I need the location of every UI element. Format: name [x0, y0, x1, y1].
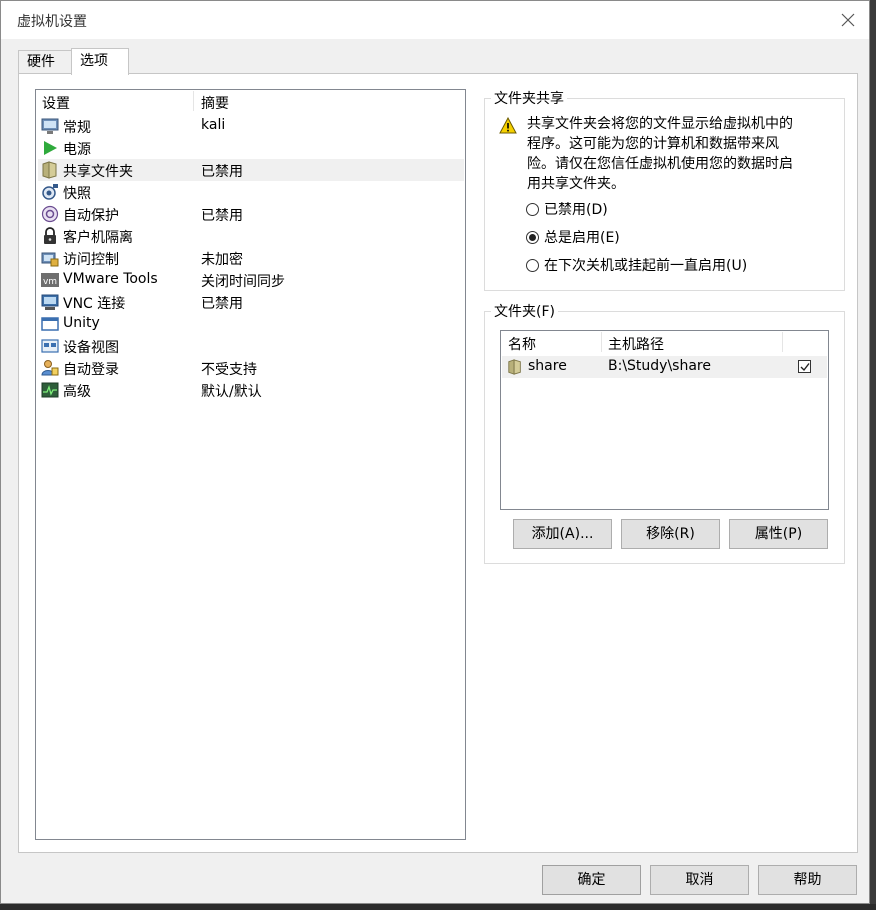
settings-item-label: 客户机隔离 — [63, 230, 133, 246]
monitor-icon — [41, 118, 59, 134]
settings-item-device-view[interactable]: 设备视图 — [38, 335, 464, 357]
settings-item-summary: 已禁用 — [201, 164, 243, 180]
settings-item-label: 自动登录 — [63, 362, 119, 378]
svg-text:vm: vm — [43, 277, 57, 287]
col-divider[interactable] — [601, 332, 602, 352]
settings-item-label: Unity — [63, 315, 100, 331]
radio-indicator — [526, 258, 539, 272]
tab-options[interactable]: 选项 — [71, 48, 129, 75]
help-button[interactable]: 帮助 — [758, 865, 857, 895]
radio-indicator — [526, 202, 539, 216]
radio-disabled[interactable]: 已禁用(D) — [526, 198, 608, 220]
col-divider[interactable] — [193, 91, 194, 111]
settings-item-summary: kali — [201, 117, 226, 133]
settings-item-label: 共享文件夹 — [63, 164, 133, 180]
check-icon — [800, 362, 810, 371]
options-panel: 设置 摘要 常规 kali 电源 共享文件夹 已禁用 快照 自动保护 已禁用 客… — [18, 73, 858, 853]
radio-always-enabled[interactable]: 总是启用(E) — [526, 226, 620, 248]
radio-indicator — [526, 230, 539, 244]
settings-list[interactable]: 设置 摘要 常规 kali 电源 共享文件夹 已禁用 快照 自动保护 已禁用 客… — [35, 89, 466, 840]
settings-item-unity[interactable]: Unity — [38, 313, 464, 335]
settings-item-autoprotect[interactable]: 自动保护 已禁用 — [38, 203, 464, 225]
radio-label: 总是启用(E) — [544, 230, 620, 246]
taskbar-edge — [0, 904, 876, 910]
settings-item-summary: 默认/默认 — [201, 384, 262, 400]
lock-icon — [44, 227, 56, 244]
shared-folder-icon — [42, 161, 57, 179]
unity-icon — [41, 317, 59, 331]
radio-until-poweroff[interactable]: 在下次关机或挂起前一直启用(U) — [526, 254, 747, 276]
settings-item-vmware-tools[interactable]: vm VMware Tools 关闭时间同步 — [38, 269, 464, 291]
settings-item-summary: 不受支持 — [201, 362, 257, 378]
add-folder-button[interactable]: 添加(A)... — [513, 519, 612, 549]
vmware-tools-icon: vm — [41, 273, 59, 287]
col-name[interactable]: 名称 — [508, 334, 536, 354]
properties-button[interactable]: 属性(P) — [729, 519, 828, 549]
folder-row[interactable]: share B:\Study\share — [502, 356, 827, 378]
folders-title: 文件夹(F) — [491, 301, 558, 321]
device-view-icon — [41, 339, 59, 353]
col-setting[interactable]: 设置 — [42, 93, 70, 112]
play-icon — [44, 141, 57, 155]
folder-list[interactable]: 名称 主机路径 share B:\Study\share — [500, 330, 829, 510]
settings-item-access-control[interactable]: 访问控制 未加密 — [38, 247, 464, 269]
shared-folder-icon — [508, 359, 521, 375]
vnc-icon — [41, 294, 59, 310]
autoprotect-icon — [41, 205, 59, 223]
settings-item-autologin[interactable]: 自动登录 不受支持 — [38, 357, 464, 379]
settings-item-label: VNC 连接 — [63, 296, 126, 312]
snapshot-icon — [42, 184, 58, 200]
settings-item-label: 高级 — [63, 384, 91, 400]
settings-item-summary: 关闭时间同步 — [201, 274, 285, 290]
folders-group: 文件夹(F) 名称 主机路径 share B:\Study\share 添加(A… — [484, 301, 845, 564]
settings-item-snapshots[interactable]: 快照 — [38, 181, 464, 203]
access-control-icon — [41, 252, 59, 267]
folder-path: B:\Study\share — [608, 358, 711, 374]
title-bar: 虚拟机设置 — [1, 1, 869, 39]
close-icon — [841, 13, 855, 27]
col-summary[interactable]: 摘要 — [201, 93, 229, 112]
advanced-icon — [41, 382, 59, 398]
settings-item-label: 访问控制 — [63, 252, 119, 268]
col-host-path[interactable]: 主机路径 — [608, 334, 664, 354]
autologin-icon — [41, 360, 59, 376]
settings-item-advanced[interactable]: 高级 默认/默认 — [38, 379, 464, 401]
window-title: 虚拟机设置 — [17, 14, 87, 30]
remove-folder-button[interactable]: 移除(R) — [621, 519, 720, 549]
settings-item-label: 电源 — [63, 142, 91, 158]
tab-hardware[interactable]: 硬件 — [18, 50, 74, 74]
folder-enabled-checkbox[interactable] — [798, 360, 811, 373]
settings-item-label: 设备视图 — [63, 340, 119, 356]
settings-list-header: 设置 摘要 — [36, 90, 465, 112]
warning-icon — [499, 117, 517, 134]
settings-item-label: 自动保护 — [63, 208, 119, 224]
sharing-warning-text: 共享文件夹会将您的文件显示给虚拟机中的程序。这可能为您的计算机和数据带来风险。请… — [527, 116, 793, 192]
folder-sharing-group: 文件夹共享 共享文件夹会将您的文件显示给虚拟机中的程序。这可能为您的计算机和数据… — [484, 88, 845, 291]
settings-item-label: 常规 — [63, 120, 91, 136]
settings-item-shared-folders[interactable]: 共享文件夹 已禁用 — [38, 159, 464, 181]
settings-dialog: 虚拟机设置 硬件 选项 设置 摘要 常规 kali 电源 共享文件夹 已禁用 快… — [0, 0, 870, 904]
settings-item-label: VMware Tools — [63, 271, 158, 287]
settings-item-summary: 已禁用 — [201, 296, 243, 312]
settings-item-summary: 已禁用 — [201, 208, 243, 224]
settings-item-power[interactable]: 电源 — [38, 137, 464, 159]
radio-label: 在下次关机或挂起前一直启用(U) — [544, 258, 748, 274]
settings-item-vnc[interactable]: VNC 连接 已禁用 — [38, 291, 464, 313]
settings-item-isolation[interactable]: 客户机隔离 — [38, 225, 464, 247]
folder-sharing-title: 文件夹共享 — [491, 88, 567, 108]
col-divider[interactable] — [782, 332, 783, 352]
settings-item-summary: 未加密 — [201, 252, 243, 268]
ok-button[interactable]: 确定 — [542, 865, 641, 895]
cancel-button[interactable]: 取消 — [650, 865, 749, 895]
settings-item-label: 快照 — [63, 186, 91, 202]
settings-item-general[interactable]: 常规 kali — [38, 115, 464, 137]
folder-name: share — [528, 358, 567, 374]
close-button[interactable] — [835, 7, 861, 33]
radio-label: 已禁用(D) — [544, 202, 608, 218]
